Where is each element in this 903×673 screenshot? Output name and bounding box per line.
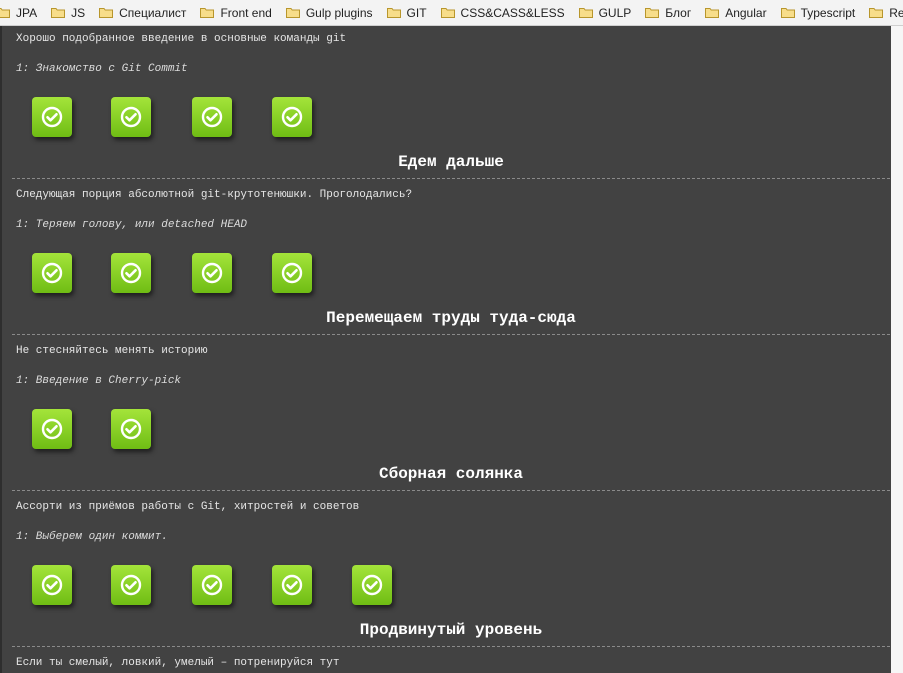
checkmark-icon <box>361 574 383 596</box>
section-description: Следующая порция абсолютной git-крутотен… <box>16 189 413 201</box>
bookmark-label: Typescript <box>800 5 856 20</box>
folder-icon <box>285 8 300 18</box>
bookmark-blog[interactable]: Блог <box>645 0 691 25</box>
level-badge[interactable] <box>32 409 72 449</box>
bookmark-label: Специалист <box>119 5 187 20</box>
checkmark-icon <box>41 418 63 440</box>
dashed-divider <box>12 490 890 491</box>
level-badge[interactable] <box>32 253 72 293</box>
left-border <box>0 26 2 673</box>
bookmark-gulp[interactable]: GULP <box>578 0 632 25</box>
checkmark-icon <box>120 418 142 440</box>
level-badge[interactable] <box>272 253 312 293</box>
levels-page: Хорошо подобранное введение в основные к… <box>0 26 903 673</box>
level-badge[interactable] <box>192 565 232 605</box>
checkmark-icon <box>120 262 142 284</box>
bookmark-label: React <box>889 5 903 20</box>
checkmark-icon <box>120 574 142 596</box>
checkmark-icon <box>281 262 303 284</box>
checkmark-icon <box>201 574 223 596</box>
section-heading: Перемещаем труды туда-сюда <box>326 309 576 327</box>
level-name: 1: Выберем один коммит. <box>16 531 168 543</box>
level-badge[interactable] <box>32 565 72 605</box>
section-description: Хорошо подобранное введение в основные к… <box>16 33 347 45</box>
bookmark-label: Front end <box>220 5 272 20</box>
folder-icon <box>869 8 884 18</box>
bookmark-label: GULP <box>598 5 632 20</box>
folder-icon <box>51 8 66 18</box>
folder-icon <box>200 8 215 18</box>
folder-icon <box>780 8 795 18</box>
checkmark-icon <box>120 106 142 128</box>
checkmark-icon <box>201 106 223 128</box>
bookmark-label: Gulp plugins <box>305 5 373 20</box>
bookmark-label: CSS&CASS&LESS <box>460 5 565 20</box>
folder-icon <box>705 8 720 18</box>
section-description: Если ты смелый, ловкий, умелый – потрени… <box>16 657 340 669</box>
level-badge[interactable] <box>111 97 151 137</box>
dashed-divider <box>12 334 890 335</box>
section-description: Ассорти из приёмов работы с Git, хитрост… <box>16 501 360 513</box>
level-badge[interactable] <box>272 97 312 137</box>
folder-icon <box>440 8 455 18</box>
level-badge[interactable] <box>32 97 72 137</box>
section-heading: Едем дальше <box>398 153 504 171</box>
checkmark-icon <box>41 106 63 128</box>
level-badge[interactable] <box>192 97 232 137</box>
folder-icon <box>99 8 114 18</box>
level-name: 1: Введение в Cherry-pick <box>16 375 182 387</box>
folder-icon <box>386 8 401 18</box>
folder-icon <box>645 8 660 18</box>
level-badge[interactable] <box>111 253 151 293</box>
bookmark-label: Блог <box>665 5 692 20</box>
level-badge[interactable] <box>352 565 392 605</box>
bookmark-jpa[interactable]: JPA <box>0 0 37 25</box>
bookmark-label: Angular <box>725 5 767 20</box>
checkmark-icon <box>41 574 63 596</box>
bookmark-typescript[interactable]: Typescript <box>780 0 856 25</box>
section-heading: Продвинутый уровень <box>359 621 543 639</box>
bookmark-label: GIT <box>406 5 427 20</box>
checkmark-icon <box>281 574 303 596</box>
bookmark-angular[interactable]: Angular <box>705 0 767 25</box>
bookmark-label: JS <box>71 5 86 20</box>
right-edge <box>891 26 903 673</box>
section-heading: Сборная солянка <box>378 465 524 483</box>
bookmark-react[interactable]: React <box>869 0 903 25</box>
checkmark-icon <box>201 262 223 284</box>
level-badge[interactable] <box>272 565 312 605</box>
folder-icon <box>0 8 10 18</box>
dashed-divider <box>12 646 890 647</box>
folder-icon <box>578 8 593 18</box>
level-name: 1: Знакомство с Git Commit <box>16 63 188 75</box>
section-description: Не стесняйтесь менять историю <box>16 345 208 357</box>
bookmark-js[interactable]: JS <box>51 0 85 25</box>
bookmark-gulp-plugins[interactable]: Gulp plugins <box>285 0 373 25</box>
bookmark-specialist[interactable]: Специалист <box>99 0 186 25</box>
bookmark-css[interactable]: CSS&CASS&LESS <box>440 0 565 25</box>
bookmark-git[interactable]: GIT <box>386 0 427 25</box>
checkmark-icon <box>41 262 63 284</box>
level-badge[interactable] <box>192 253 232 293</box>
checkmark-icon <box>281 106 303 128</box>
level-badge[interactable] <box>111 409 151 449</box>
bookmark-front-end[interactable]: Front end <box>200 0 272 25</box>
dashed-divider <box>12 178 890 179</box>
level-name: 1: Теряем голову, или detached HEAD <box>16 219 248 231</box>
level-badge[interactable] <box>111 565 151 605</box>
bookmark-label: JPA <box>16 5 38 20</box>
bookmarks-bar: JPA JS Специалист Front end Gulp plugins… <box>0 0 903 26</box>
